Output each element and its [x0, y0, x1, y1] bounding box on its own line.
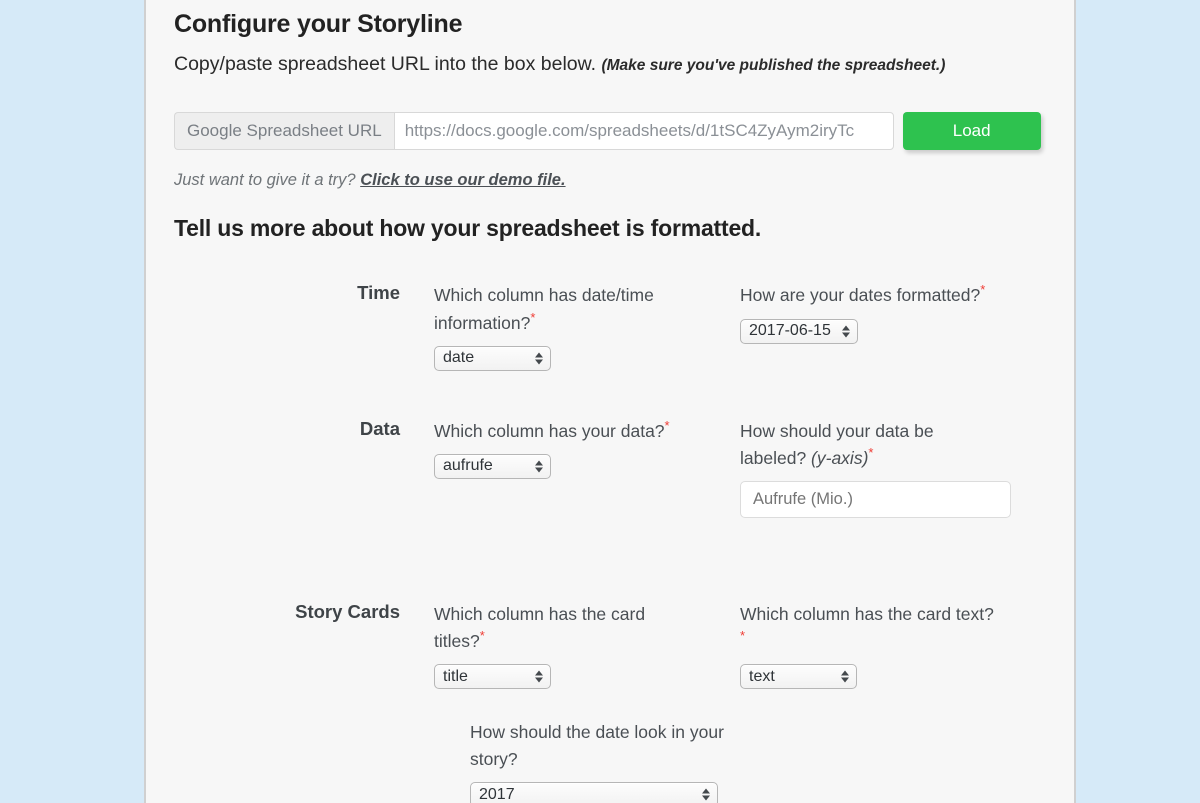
field-date-display: How should the date look in your story? …: [470, 719, 776, 803]
row-label-story-cards: Story Cards: [295, 600, 400, 622]
form-row-time: Time Which column has date/time informat…: [174, 262, 1046, 371]
field-label-card-text: Which column has the card text? *: [740, 601, 995, 655]
field-label-date-display: How should the date look in your story?: [470, 722, 724, 770]
load-button[interactable]: Load: [902, 112, 1041, 151]
field-date-column: Which column has date/time information?*…: [434, 282, 740, 371]
select-card-titles[interactable]: title: [434, 664, 551, 690]
question-text: Which column has date/time information?: [434, 285, 654, 333]
chevron-updown-icon: [840, 669, 849, 684]
page-root: Configure your Storyline Copy/paste spre…: [0, 0, 1200, 803]
required-asterisk: *: [980, 282, 986, 298]
chevron-updown-icon: [701, 787, 710, 802]
field-label-card-titles: Which column has the card titles?*: [434, 601, 689, 655]
select-date-display-value: 2017: [479, 785, 515, 803]
select-data-column[interactable]: aufrufe: [434, 453, 551, 479]
select-date-column[interactable]: date: [434, 345, 551, 371]
form-row-data: Data Which column has your data?* aufruf…: [174, 371, 1046, 518]
field-label-date-format: How are your dates formatted?*: [740, 282, 995, 309]
subtitle-main: Copy/paste spreadsheet URL into the box …: [174, 53, 597, 75]
question-text-italic: (y-axis): [811, 447, 869, 468]
row-label-time: Time: [357, 282, 400, 304]
required-asterisk: *: [664, 417, 670, 433]
demo-prompt-text: Just want to give it a try?: [174, 171, 356, 190]
chevron-updown-icon: [534, 669, 543, 684]
spreadsheet-format-form: Time Which column has date/time informat…: [174, 242, 1046, 803]
form-row-story-cards: Story Cards Which column has the card ti…: [174, 518, 1046, 690]
field-label-data-label: How should your data be labeled? (y-axis…: [740, 418, 995, 472]
page-subtitle: Copy/paste spreadsheet URL into the box …: [174, 39, 1046, 76]
question-text: How are your dates formatted?: [740, 285, 981, 306]
demo-file-line: Just want to give it a try? Click to use…: [174, 150, 1046, 190]
select-card-titles-value: title: [443, 667, 468, 685]
data-label-input[interactable]: [740, 480, 1011, 518]
spreadsheet-url-input[interactable]: https://docs.google.com/spreadsheets/d/1…: [393, 112, 894, 151]
select-date-display[interactable]: 2017: [470, 782, 718, 803]
url-input-group: Google Spreadsheet URL https://docs.goog…: [174, 112, 894, 151]
url-addon-label: Google Spreadsheet URL: [174, 112, 394, 151]
row-label-data: Data: [359, 417, 400, 439]
select-date-column-value: date: [443, 349, 475, 367]
select-data-column-value: aufrufe: [443, 457, 493, 475]
field-card-text: Which column has the card text? * text: [740, 601, 1046, 690]
required-asterisk: *: [868, 444, 874, 460]
field-label-date-column: Which column has date/time information?*: [434, 282, 689, 336]
demo-file-link[interactable]: Click to use our demo file.: [360, 171, 565, 189]
question-text: Which column has the card text?: [740, 603, 994, 624]
select-date-format[interactable]: 2017-06-15: [740, 318, 858, 344]
field-data-column: Which column has your data?* aufrufe: [434, 418, 740, 518]
field-card-titles: Which column has the card titles?* title: [434, 601, 740, 690]
required-asterisk: *: [530, 309, 536, 325]
select-card-text-value: text: [749, 667, 775, 685]
chevron-updown-icon: [534, 459, 543, 474]
required-asterisk: *: [740, 628, 746, 644]
field-date-format: How are your dates formatted?* 2017-06-1…: [740, 282, 1046, 370]
chevron-updown-icon: [841, 324, 850, 339]
form-row-date-display: How should the date look in your story? …: [174, 689, 1046, 803]
content-panel: Configure your Storyline Copy/paste spre…: [144, 0, 1076, 803]
required-asterisk: *: [479, 628, 485, 644]
url-bar-row: Google Spreadsheet URL https://docs.goog…: [174, 76, 1046, 151]
select-card-text[interactable]: text: [740, 664, 857, 690]
question-text: Which column has your data?: [434, 420, 665, 441]
question-text: Which column has the card titles?: [434, 603, 646, 652]
subtitle-note: (Make sure you've published the spreadsh…: [601, 57, 946, 74]
form-heading: Tell us more about how your spreadsheet …: [174, 215, 762, 242]
field-label-data-column: Which column has your data?*: [434, 418, 689, 445]
page-title: Configure your Storyline: [174, 10, 463, 38]
field-data-label: How should your data be labeled? (y-axis…: [740, 418, 1046, 518]
select-date-format-value: 2017-06-15: [749, 322, 831, 340]
chevron-updown-icon: [534, 351, 543, 366]
